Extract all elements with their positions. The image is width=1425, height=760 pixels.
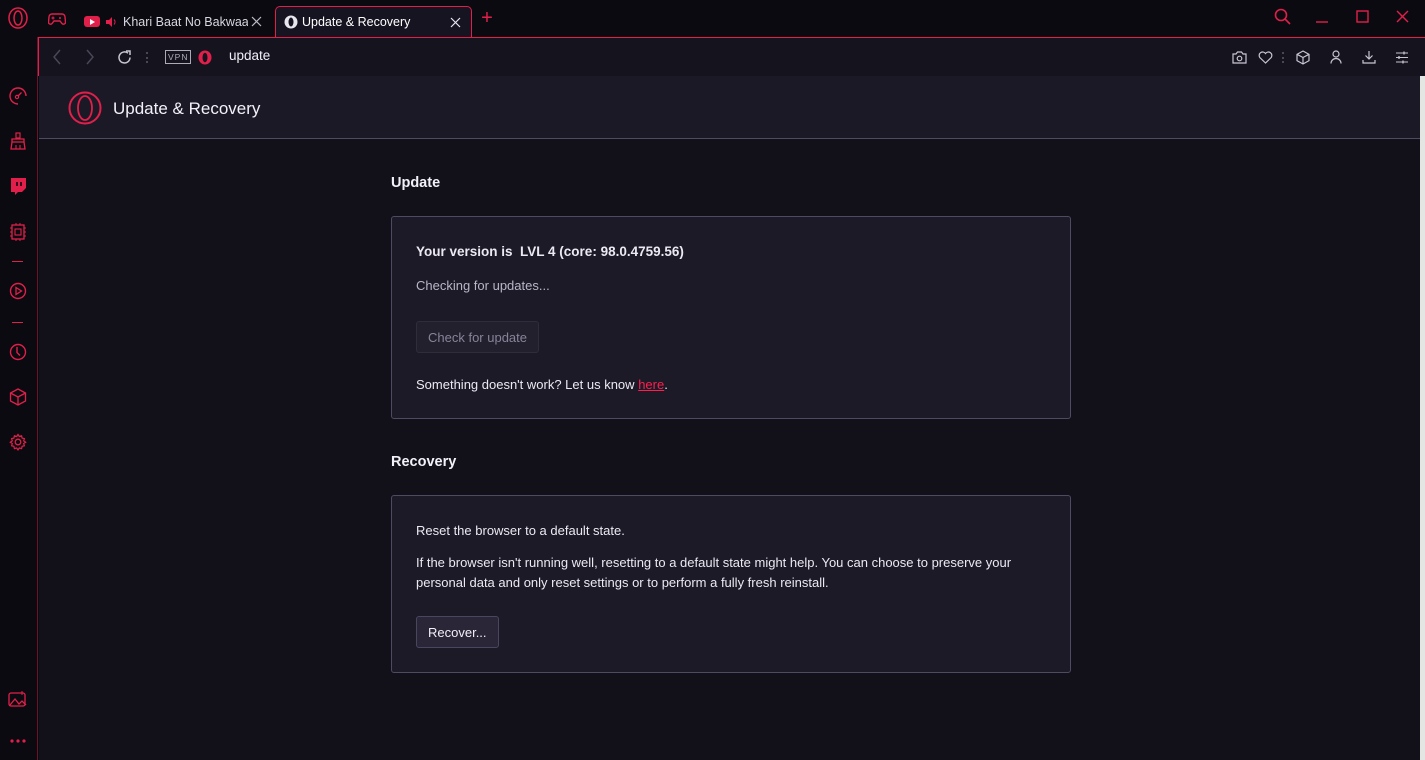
sidebar-item-hardware[interactable] [8, 222, 28, 242]
feedback-prefix: Something doesn't work? Let us know [416, 377, 635, 392]
speedometer-icon [9, 87, 27, 105]
reload-icon [117, 49, 131, 64]
youtube-icon [84, 16, 100, 27]
address-bar: VPN update [38, 37, 1425, 76]
new-tab-button[interactable]: + [478, 8, 496, 28]
update-section-title: Update [391, 175, 441, 191]
chevron-right-icon [86, 49, 94, 65]
minimize-button[interactable] [1311, 6, 1333, 26]
background-window-edge [1420, 76, 1425, 760]
url-input[interactable]: update [229, 48, 270, 63]
opera-icon [284, 15, 298, 29]
feedback-suffix: . [664, 377, 668, 392]
opera-menu-button[interactable] [7, 6, 29, 30]
separator [1282, 52, 1284, 63]
tab-title: Khari Baat No Bakwaas [123, 14, 248, 29]
gamepad-icon [47, 13, 67, 25]
tab-title: Update & Recovery [302, 15, 411, 29]
back-button[interactable] [47, 47, 67, 67]
feedback-link[interactable]: here [638, 377, 664, 392]
sidebar-item-player[interactable] [8, 281, 28, 301]
maximize-icon [1355, 9, 1369, 23]
search-tabs-button[interactable] [1271, 6, 1293, 26]
camera-icon [1231, 50, 1247, 64]
profile-button[interactable] [1326, 47, 1346, 67]
sidebar-item-history[interactable] [8, 342, 28, 362]
sidebar-item-settings[interactable] [8, 432, 28, 452]
feedback-text: Something doesn't work? Let us know here… [416, 377, 668, 392]
browser-window: Khari Baat No Bakwaas Update & Recovery … [0, 0, 1425, 760]
close-icon [1396, 10, 1408, 22]
image-icon [8, 691, 27, 707]
easy-setup-button[interactable] [1392, 47, 1412, 67]
recovery-description: If the browser isn't running well, reset… [416, 555, 1012, 590]
version-value: LVL 4 (core: 98.0.4759.56) [520, 244, 684, 259]
site-info-button[interactable] [195, 47, 215, 67]
close-icon [450, 17, 460, 27]
vpn-badge[interactable]: VPN [165, 50, 192, 64]
broom-icon [10, 132, 26, 150]
bookmark-button[interactable] [1255, 47, 1275, 67]
update-status: Checking for updates... [416, 278, 550, 293]
close-tab-button[interactable] [248, 14, 264, 30]
extensions-button[interactable] [1293, 47, 1313, 67]
search-icon [1274, 8, 1291, 25]
forward-button[interactable] [80, 47, 100, 67]
speaker-icon[interactable] [105, 16, 117, 28]
page-content: Update & Recovery Update Your version is… [39, 76, 1420, 760]
recovery-intro: Reset the browser to a default state. [416, 523, 625, 538]
opera-gx-logo-icon [68, 91, 102, 125]
sidebar-item-extensions[interactable] [8, 387, 28, 407]
tab-bar: Khari Baat No Bakwaas Update & Recovery … [0, 0, 1425, 37]
separator [146, 52, 148, 63]
clock-icon [9, 343, 27, 361]
sidebar [0, 37, 38, 760]
downloads-button[interactable] [1359, 47, 1379, 67]
sidebar-item-more[interactable] [8, 731, 28, 751]
update-card: Your version is LVL 4 (core: 98.0.4759.5… [391, 216, 1071, 419]
opera-logo-icon [8, 7, 28, 29]
chip-icon [10, 223, 26, 241]
sidebar-item-twitch[interactable] [8, 176, 28, 196]
sidebar-divider [12, 261, 23, 262]
version-label: Your version is [416, 244, 513, 259]
tab-khari-baat[interactable]: Khari Baat No Bakwaas [80, 6, 272, 37]
more-icon [10, 739, 26, 743]
recovery-section-title: Recovery [391, 454, 457, 470]
download-icon [1362, 51, 1376, 64]
maximize-button[interactable] [1351, 6, 1373, 26]
version-info: Your version is LVL 4 (core: 98.0.4759.5… [416, 244, 684, 259]
recovery-card: Reset the browser to a default state. If… [391, 495, 1071, 673]
tab-update-recovery[interactable]: Update & Recovery [275, 6, 472, 37]
close-icon [251, 16, 261, 27]
user-icon [1330, 50, 1342, 64]
play-icon [9, 282, 27, 300]
close-tab-button[interactable] [447, 14, 463, 30]
cube-icon [1296, 49, 1310, 65]
reload-button[interactable] [114, 47, 134, 67]
page-title: Update & Recovery [113, 99, 261, 118]
sidebar-item-gx-control[interactable] [8, 86, 28, 106]
opera-icon [198, 50, 212, 64]
gear-icon [9, 433, 27, 451]
sliders-icon [1396, 51, 1408, 63]
chevron-left-icon [53, 49, 61, 65]
minimize-icon [1316, 21, 1328, 23]
page-header: Update & Recovery [39, 76, 1420, 139]
recover-button[interactable]: Recover... [416, 616, 499, 648]
close-window-button[interactable] [1391, 6, 1413, 26]
sidebar-item-wallpapers[interactable] [8, 689, 28, 709]
heart-icon [1258, 50, 1272, 64]
sidebar-item-gx-cleaner[interactable] [8, 131, 28, 151]
snapshot-button[interactable] [1229, 47, 1249, 67]
check-for-update-button[interactable]: Check for update [416, 321, 540, 353]
gx-corner-button[interactable] [47, 12, 67, 26]
sidebar-divider [12, 322, 23, 323]
cube-icon [9, 388, 27, 406]
twitch-icon [11, 178, 26, 195]
